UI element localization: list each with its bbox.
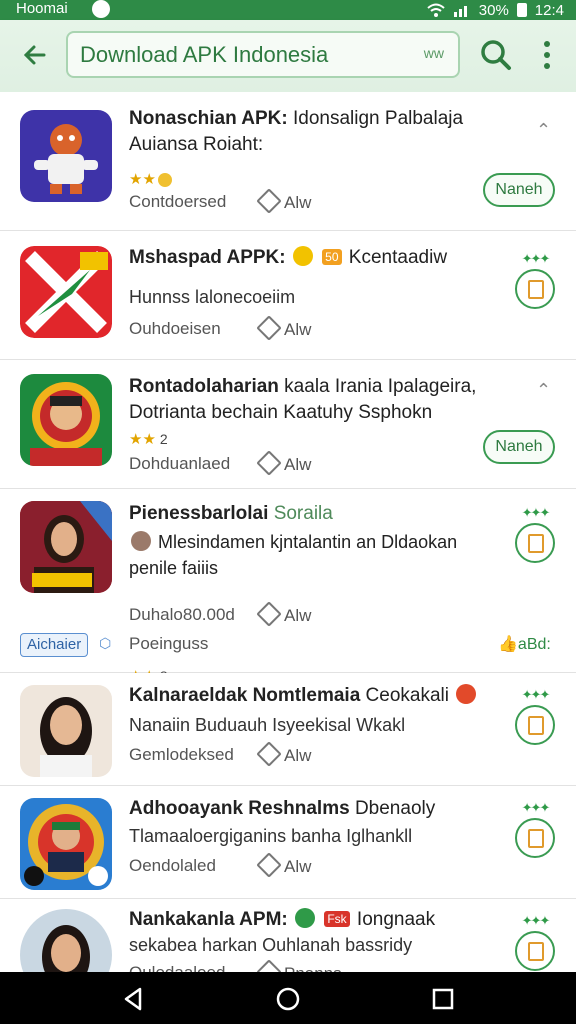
app-title: Nonaschian APK: Idonsalign Palbalaja Aui… [129, 108, 464, 155]
app-icon-portrait [20, 374, 112, 466]
app-icon-portrait [20, 798, 112, 890]
app-icon-flag [20, 246, 112, 338]
tag-icon [256, 852, 282, 878]
allow-label[interactable]: Alw [256, 852, 311, 878]
install-button[interactable]: ✦✦✦ [515, 506, 555, 567]
battery-percent: 30% [478, 1, 509, 19]
list-item[interactable]: Mshaspad APPK: 50 Kcentaadiw Hunnss lalo… [0, 231, 576, 360]
tag-badge: 50 [322, 249, 342, 265]
emoji-icon [292, 246, 313, 266]
rating-stars: ★★ 2 [129, 431, 168, 448]
status-right: 30% 12:4 [427, 0, 564, 20]
install-button[interactable]: ✦✦✦ [515, 801, 555, 862]
app-subtitle: Nanaiin Buduauh Isyeekisal Wkakl [129, 715, 406, 735]
wifi-icon [427, 3, 445, 17]
allow-label[interactable]: Alw [256, 601, 311, 627]
download-status: Oendolaled [129, 856, 216, 875]
app-icon-portrait [20, 501, 112, 593]
list-item[interactable]: Kalnaraeldak Nomtlemaia Ceokakali Nanaii… [0, 673, 576, 786]
allow-label[interactable]: Alw [256, 741, 311, 767]
action-button[interactable]: Naneh [483, 173, 555, 207]
tag-icon [256, 450, 282, 476]
check-icon [295, 908, 316, 928]
tag-icon [256, 188, 282, 214]
emoji-icon [456, 684, 477, 704]
signal-icon [453, 6, 467, 17]
download-status: Gemlodeksed [129, 745, 234, 764]
expand-icon[interactable]: ⌃ [536, 120, 551, 141]
search-query: Download APK Indonesia [80, 42, 329, 67]
tag-icon [256, 741, 282, 767]
shield-icon: ⬡ [99, 635, 112, 651]
allow-label[interactable]: Alw [256, 188, 311, 214]
back-nav-icon[interactable] [118, 984, 148, 1014]
home-nav-icon[interactable] [273, 984, 303, 1014]
list-item[interactable]: Pienessbarlolai Soraila Mlesindamen kjnt… [0, 489, 576, 685]
notification-icon [92, 0, 110, 18]
like-count[interactable]: 👍aBd: [498, 634, 551, 654]
tag-icon [256, 315, 282, 341]
allow-label[interactable]: Alw [256, 450, 311, 476]
allow-label[interactable]: Alw [256, 315, 311, 341]
install-button[interactable]: ✦✦✦ [515, 914, 555, 975]
app-title: Kalnaraeldak Nomtlemaia Ceokakali [129, 683, 499, 709]
recents-nav-icon[interactable] [428, 984, 458, 1014]
app-subtitle: Tlamaaloergiganins banha Iglhankll [129, 826, 413, 846]
list-item[interactable]: Adhooayank Reshnalms Dbenaoly Tlamaaloer… [0, 786, 576, 899]
search-icon[interactable] [478, 37, 514, 73]
carrier-label: Hoomai [16, 0, 68, 17]
app-subtitle: sekabea harkan Ouhlanah bassridy [129, 935, 413, 955]
expand-icon[interactable]: ⌃ [536, 380, 551, 401]
voice-icon[interactable]: ww [424, 45, 444, 61]
back-arrow-icon[interactable] [18, 38, 52, 72]
system-nav-bar [0, 972, 576, 1024]
status-bar: Hoomai 30% 12:4 [0, 0, 576, 20]
rating-stars: ★★ [129, 170, 174, 188]
app-title: Rontadolaharian kaala Irania Ipalageira,… [129, 376, 477, 423]
tag-badge: Fsk [324, 911, 350, 927]
action-button[interactable]: Naneh [483, 430, 555, 464]
app-subtitle: Mlesindamen kjntalantin an Dldaokan peni… [129, 531, 458, 578]
app-title: Adhooayank Reshnalms Dbenaoly [129, 798, 436, 819]
install-button[interactable]: ✦✦✦ [515, 252, 555, 313]
download-status: Duhalo80.00d [129, 605, 235, 624]
tag-icon [256, 601, 282, 627]
overflow-menu-icon[interactable] [536, 38, 558, 74]
clock: 12:4 [534, 1, 564, 19]
app-icon-mascot [20, 110, 112, 202]
download-status: Contdoersed [129, 192, 227, 211]
list-item[interactable]: Nonaschian APK: Idonsalign Palbalaja Aui… [0, 92, 576, 231]
download-status: Ouhdoeisen [129, 319, 221, 338]
app-subtitle: Hunnss lalonecoeiim [129, 287, 296, 307]
payment-label: Poeinguss [129, 634, 209, 653]
download-status: Dohduanlaed [129, 454, 231, 473]
app-bar: Download APK Indonesia ww [0, 20, 576, 93]
app-title: Mshaspad APPK: 50 Kcentaadiw [129, 246, 448, 268]
search-input[interactable]: Download APK Indonesia ww [66, 31, 460, 78]
status-badge: Aichaier [20, 633, 89, 657]
category-label: Soraila [273, 503, 333, 524]
app-title: Nankakanla APM: Fsk Iongnaak [129, 908, 436, 930]
app-icon-portrait [20, 685, 112, 777]
app-title: Pienessbarlolai Soraila [129, 503, 333, 524]
battery-icon [516, 3, 527, 17]
avatar [131, 531, 151, 551]
list-item[interactable]: Rontadolaharian kaala Irania Ipalageira,… [0, 360, 576, 489]
install-button[interactable]: ✦✦✦ [515, 688, 555, 749]
